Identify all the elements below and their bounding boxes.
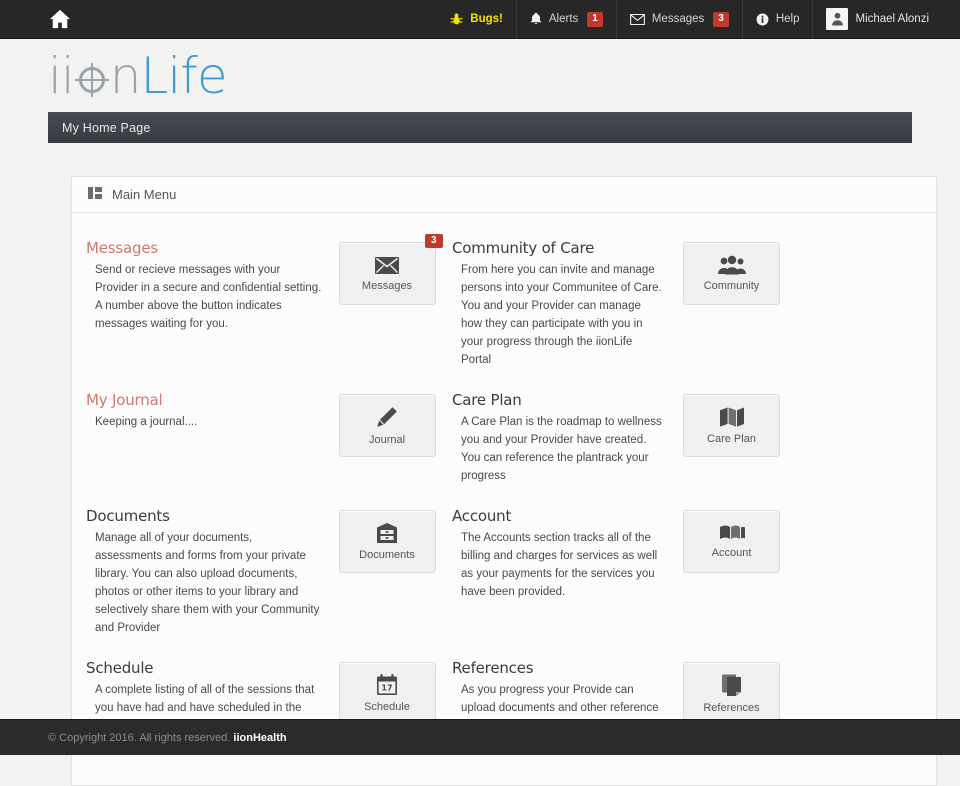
svg-text:17: 17 (381, 684, 392, 693)
footer: © Copyright 2016. All rights reserved. i… (0, 719, 960, 755)
menu-tile-container: Journal (322, 391, 452, 457)
section-heading: Account (452, 507, 512, 525)
topnav-item-messages[interactable]: Messages 3 (615, 0, 742, 39)
main-menu-panel: Main Menu Messages Send or recieve messa… (71, 176, 937, 786)
menu-tile-container: Documents (322, 507, 452, 573)
topnav-item-bugs[interactable]: Bugs! (437, 0, 516, 39)
section-title-bar: My Home Page (48, 112, 912, 143)
tile-badge: 3 (424, 234, 443, 248)
tile-care-plan[interactable]: Care Plan (683, 394, 780, 457)
section-description: The Accounts section tracks all of the b… (461, 532, 658, 598)
topnav-item-user[interactable]: Michael Alonzi (812, 0, 942, 39)
section-heading: References (452, 659, 534, 677)
bug-icon (450, 12, 463, 26)
tile-label: Care Plan (707, 433, 756, 445)
topnav-label-alerts: Alerts (548, 13, 579, 25)
menu-tile-container: Account (664, 507, 799, 573)
top-nav-items: Bugs! Alerts 1 Messages 3 Help Michael A… (437, 0, 960, 39)
tile-label: Account (711, 547, 752, 559)
section-description: A Care Plan is the roadmap to wellness y… (461, 416, 662, 482)
menu-text-block: My Journal Keeping a journal.... (72, 391, 322, 431)
tile-label: References (703, 702, 760, 714)
tile-account[interactable]: Account (683, 510, 780, 573)
menu-tile-container: 17 Schedule (322, 659, 452, 725)
home-icon (49, 9, 71, 29)
tile-references[interactable]: References (683, 662, 780, 725)
tile-label: Community (703, 280, 760, 292)
tile-label: Schedule (364, 701, 410, 713)
tile-documents[interactable]: Documents (338, 510, 436, 573)
menu-row: Documents Manage all of your documents, … (72, 507, 922, 637)
menu-tile-container: Community (664, 239, 799, 305)
topnav-label-messages: Messages (651, 13, 705, 25)
tile-label: Messages (361, 279, 413, 292)
map-icon (719, 406, 745, 428)
info-icon (756, 13, 769, 26)
logo-part-3: Life (140, 46, 228, 105)
section-description: From here you can invite and manage pers… (461, 264, 662, 366)
menu-tile-container: References (664, 659, 799, 725)
envelope-icon (374, 256, 400, 275)
topnav-label-help: Help (775, 13, 800, 25)
money-icon (718, 524, 746, 542)
tile-label: Documents (359, 549, 415, 561)
logo-part-2: n (109, 46, 142, 105)
section-heading: My Journal (86, 391, 163, 409)
footer-text: © Copyright 2016. All rights reserved. i… (48, 732, 287, 744)
menu-row: Messages Send or recieve messages with y… (72, 234, 922, 369)
tile-label: Journal (368, 434, 406, 446)
menu-text-block: Documents Manage all of your documents, … (72, 507, 322, 637)
dashboard-grid-icon (88, 187, 102, 202)
menu-text-block: Account The Accounts section tracks all … (452, 507, 664, 601)
home-button[interactable] (30, 0, 90, 39)
group-people-icon (717, 255, 747, 275)
menu-text-block: Community of Care From here you can invi… (452, 239, 664, 369)
menu-text-block: Care Plan A Care Plan is the roadmap to … (452, 391, 664, 485)
user-name: Michael Alonzi (855, 13, 929, 25)
menu-text-block: Messages Send or recieve messages with y… (72, 239, 322, 333)
logo-row: ii n Life (48, 39, 912, 112)
page-title: My Home Page (62, 120, 151, 135)
section-description: Keeping a journal.... (95, 416, 198, 428)
footer-brand: iionHealth (233, 731, 287, 744)
section-heading: Community of Care (452, 239, 595, 257)
book-copy-icon (720, 673, 744, 697)
panel-title: Main Menu (112, 187, 177, 202)
messages-badge: 3 (713, 11, 729, 27)
copyright-text: © Copyright 2016. All rights reserved. (48, 731, 231, 744)
calendar-icon: 17 (376, 674, 398, 696)
section-heading: Documents (86, 507, 170, 525)
tile-schedule[interactable]: 17 Schedule (338, 662, 436, 725)
section-heading: Schedule (86, 659, 154, 677)
file-cabinet-icon (376, 522, 398, 544)
tile-journal[interactable]: Journal (338, 394, 436, 457)
topnav-item-help[interactable]: Help (741, 0, 813, 39)
section-description: Manage all of your documents, assessment… (95, 532, 320, 634)
menu-row: My Journal Keeping a journal.... Journal… (72, 391, 922, 485)
top-navigation-bar: Bugs! Alerts 1 Messages 3 Help Michael A… (0, 0, 960, 39)
bell-icon (530, 12, 542, 26)
panel-body: Messages Send or recieve messages with y… (72, 213, 936, 785)
menu-tile-container: Care Plan (664, 391, 799, 457)
user-avatar-icon (826, 8, 849, 30)
logo-target-icon (74, 62, 109, 97)
site-logo[interactable]: ii n Life (48, 46, 228, 105)
menu-tile-container: 3 Messages (322, 234, 452, 305)
panel-header: Main Menu (72, 177, 936, 213)
page-container: ii n Life My Home Page (0, 39, 960, 143)
alerts-badge: 1 (587, 11, 603, 27)
tile-community[interactable]: Community (683, 242, 780, 305)
topnav-item-alerts[interactable]: Alerts 1 (515, 0, 616, 39)
envelope-icon (629, 13, 645, 25)
topnav-label-bugs: Bugs! (470, 13, 503, 25)
logo-part-1: ii (48, 46, 75, 105)
section-heading: Messages (86, 239, 158, 257)
tile-messages[interactable]: 3 Messages (338, 234, 443, 305)
section-heading: Care Plan (452, 391, 522, 409)
pencil-icon (375, 405, 399, 429)
section-description: Send or recieve messages with your Provi… (95, 264, 322, 330)
